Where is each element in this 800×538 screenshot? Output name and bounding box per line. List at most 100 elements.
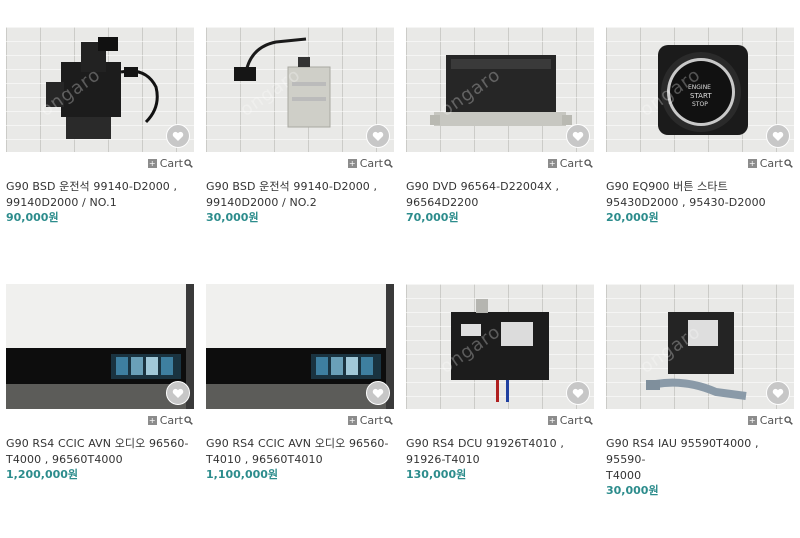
product-title[interactable]: G90 RS4 CCIC AVN 오디오 96560- T4010 , 9656… bbox=[206, 436, 394, 468]
cart-label: Cart bbox=[159, 413, 183, 427]
cart-row: + Cart bbox=[606, 409, 794, 431]
add-to-cart-button[interactable]: + Cart bbox=[347, 156, 393, 170]
wishlist-button[interactable] bbox=[566, 381, 590, 405]
product-title-line1: G90 EQ900 버튼 스타트 bbox=[606, 180, 728, 193]
product-title[interactable]: G90 EQ900 버튼 스타트 95430D2000 , 95430-D200… bbox=[606, 179, 794, 211]
search-icon[interactable] bbox=[784, 158, 793, 168]
plus-icon: + bbox=[147, 158, 157, 168]
product-title[interactable]: G90 RS4 DCU 91926T4010 , 91926-T4010 bbox=[406, 436, 594, 468]
heart-icon bbox=[772, 131, 784, 141]
add-to-cart-button[interactable]: + Cart bbox=[747, 156, 793, 170]
heart-icon bbox=[572, 131, 584, 141]
cart-label: Cart bbox=[159, 156, 183, 170]
product-price: 30,000원 bbox=[206, 211, 259, 224]
product-image[interactable]: ongaro bbox=[406, 27, 594, 152]
cart-row: + Cart bbox=[206, 152, 394, 174]
plus-icon: + bbox=[347, 158, 357, 168]
plus-icon: + bbox=[147, 415, 157, 425]
product-card[interactable]: ongaro + Cart G90 BSD 운전석 99140-D2000 , … bbox=[6, 27, 194, 225]
product-price: 70,000원 bbox=[406, 211, 459, 224]
add-to-cart-button[interactable]: + Cart bbox=[147, 156, 193, 170]
search-icon[interactable] bbox=[184, 415, 193, 425]
product-image[interactable]: ongaro bbox=[406, 284, 594, 409]
product-card[interactable]: ongaro + Cart G90 BSD 운전석 99140-D2000 , … bbox=[206, 27, 394, 225]
product-title-line2: 99140D2000 / NO.2 bbox=[206, 196, 317, 209]
cart-row: + Cart bbox=[6, 152, 194, 174]
product-card[interactable]: ongaro + Cart G90 RS4 IAU 95590T4000 , 9… bbox=[606, 284, 794, 498]
product-card[interactable]: ENGINE START STOP ongaro + Cart G90 EQ90… bbox=[606, 27, 794, 225]
wishlist-button[interactable] bbox=[766, 381, 790, 405]
wishlist-button[interactable] bbox=[766, 124, 790, 148]
product-title-line2: T4000 , 96560T4000 bbox=[6, 453, 123, 466]
wishlist-button[interactable] bbox=[366, 124, 390, 148]
product-title[interactable]: G90 BSD 운전석 99140-D2000 , 99140D2000 / N… bbox=[6, 179, 194, 211]
search-icon[interactable] bbox=[384, 158, 393, 168]
plus-icon: + bbox=[747, 158, 757, 168]
search-icon[interactable] bbox=[784, 415, 793, 425]
product-card[interactable]: + Cart G90 RS4 CCIC AVN 오디오 96560- T4010… bbox=[206, 284, 394, 482]
product-image[interactable] bbox=[6, 284, 194, 409]
add-to-cart-button[interactable]: + Cart bbox=[147, 413, 193, 427]
cart-row: + Cart bbox=[606, 152, 794, 174]
product-title[interactable]: G90 BSD 운전석 99140-D2000 , 99140D2000 / N… bbox=[206, 179, 394, 211]
search-icon[interactable] bbox=[184, 158, 193, 168]
add-to-cart-button[interactable]: + Cart bbox=[347, 414, 393, 427]
wishlist-button[interactable] bbox=[166, 381, 190, 405]
product-title-line1: G90 BSD 운전석 99140-D2000 , bbox=[206, 180, 378, 193]
product-price: 20,000원 bbox=[606, 211, 659, 224]
cart-label: Cart bbox=[559, 413, 583, 427]
heart-icon bbox=[572, 388, 584, 398]
product-image[interactable]: ENGINE START STOP ongaro bbox=[606, 27, 794, 152]
product-price: 1,100,000원 bbox=[206, 468, 279, 481]
plus-icon: + bbox=[547, 415, 557, 425]
wishlist-button[interactable] bbox=[166, 124, 190, 148]
product-title-line2: 95430D2000 , 95430-D2000 bbox=[606, 196, 766, 209]
product-title-line2: 99140D2000 / NO.1 bbox=[6, 196, 117, 209]
add-to-cart-button[interactable]: + Cart bbox=[747, 413, 793, 427]
product-card[interactable]: + Cart G90 RS4 CCIC AVN 오디오 96560- T4000… bbox=[6, 284, 194, 482]
search-icon[interactable] bbox=[384, 415, 393, 425]
svg-text:STOP: STOP bbox=[692, 101, 708, 108]
cart-label: Cart bbox=[559, 156, 583, 170]
heart-icon bbox=[372, 388, 384, 398]
cart-row: + Cart bbox=[206, 409, 394, 431]
cart-label: Cart bbox=[759, 413, 783, 427]
plus-icon: + bbox=[547, 158, 557, 168]
product-image[interactable]: ongaro bbox=[606, 284, 794, 409]
product-image[interactable]: ongaro bbox=[206, 27, 394, 152]
wishlist-button[interactable] bbox=[566, 124, 590, 148]
add-to-cart-button[interactable]: + Cart bbox=[547, 156, 593, 170]
product-price: 30,000원 bbox=[606, 484, 659, 497]
product-price: 130,000원 bbox=[406, 468, 467, 481]
product-title[interactable]: G90 RS4 IAU 95590T4000 , 95590- T4000 bbox=[606, 436, 794, 484]
product-title-line1: G90 DVD 96564-D22004X , bbox=[406, 180, 560, 193]
product-card[interactable]: ongaro + Cart G90 DVD 96564-D22004X , 96… bbox=[406, 27, 594, 225]
search-icon[interactable] bbox=[584, 158, 593, 168]
wishlist-button[interactable] bbox=[366, 381, 390, 405]
product-image[interactable]: ongaro bbox=[6, 27, 194, 152]
cart-label: Cart bbox=[759, 156, 783, 170]
product-image[interactable] bbox=[206, 284, 394, 409]
heart-icon bbox=[372, 131, 384, 141]
cart-label: Cart bbox=[359, 156, 383, 170]
svg-text:START: START bbox=[690, 92, 712, 100]
cart-row: + Cart bbox=[406, 409, 594, 431]
search-icon[interactable] bbox=[584, 415, 593, 425]
add-to-cart-button[interactable]: + Cart bbox=[547, 413, 593, 427]
product-title-line1: G90 BSD 운전석 99140-D2000 , bbox=[6, 180, 178, 193]
heart-icon bbox=[172, 388, 184, 398]
product-title[interactable]: G90 RS4 CCIC AVN 오디오 96560- T4000 , 9656… bbox=[6, 436, 194, 468]
product-price: 90,000원 bbox=[6, 211, 59, 224]
product-title-line2: 91926-T4010 bbox=[406, 453, 480, 466]
product-grid: ongaro + Cart G90 BSD 운전석 99140-D2000 , … bbox=[0, 0, 800, 538]
product-card[interactable]: ongaro + Cart G90 RS4 DCU 91926T4010 , 9… bbox=[406, 284, 594, 482]
product-title-line1: G90 RS4 DCU 91926T4010 , bbox=[406, 437, 564, 450]
plus-icon: + bbox=[347, 415, 357, 425]
product-title-line1: G90 RS4 IAU 95590T4000 , 95590- bbox=[606, 437, 759, 466]
product-title-line1: G90 RS4 CCIC AVN 오디오 96560- bbox=[206, 437, 389, 450]
cart-row: + Cart bbox=[6, 409, 194, 431]
product-title[interactable]: G90 DVD 96564-D22004X , 96564D2200 bbox=[406, 179, 594, 211]
product-price: 1,200,000원 bbox=[6, 468, 79, 481]
product-title-line2: T4010 , 96560T4010 bbox=[206, 453, 323, 466]
heart-icon bbox=[772, 388, 784, 398]
